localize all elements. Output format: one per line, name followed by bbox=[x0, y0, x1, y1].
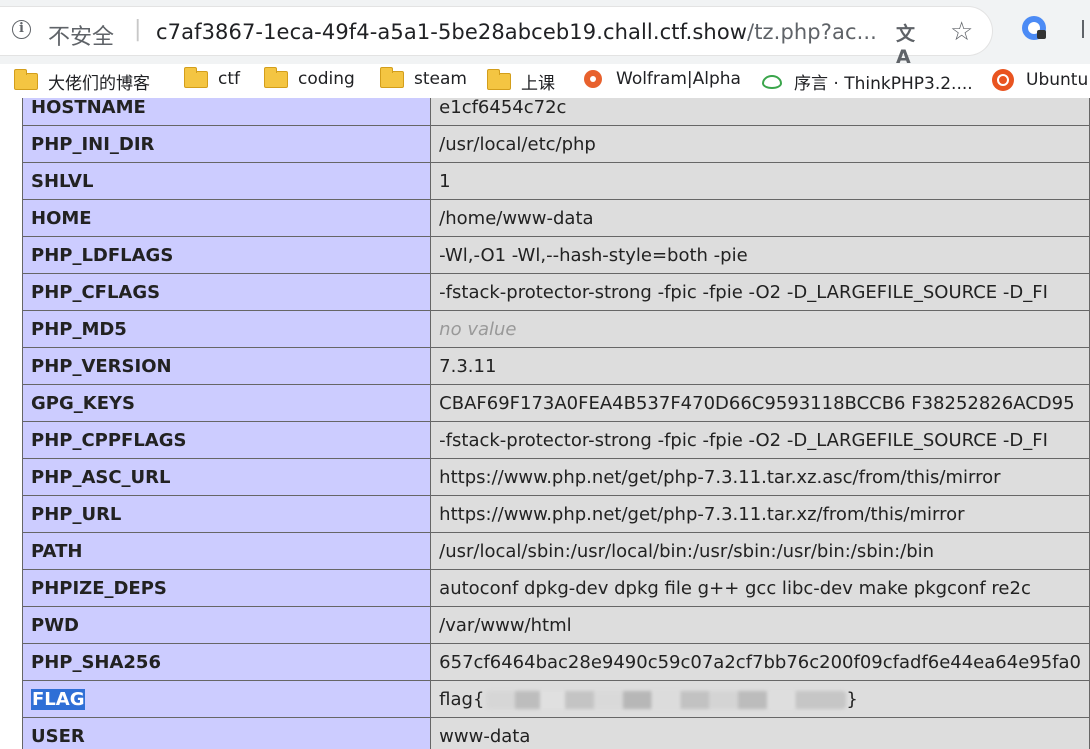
table-row: PHP_LDFLAGS -Wl,-O1 -Wl,--hash-style=both… bbox=[21, 236, 1090, 274]
env-key: SHLVL bbox=[21, 162, 432, 200]
env-value: e1cf6454c72c bbox=[430, 98, 1090, 126]
bookmark-wolfram[interactable]: Wolfram|Alpha bbox=[584, 69, 741, 93]
table-row: PHP_MD5 no value bbox=[21, 310, 1090, 348]
env-value: -Wl,-O1 -Wl,--hash-style=both -pie bbox=[430, 236, 1090, 274]
env-key: PHP_LDFLAGS bbox=[21, 236, 432, 274]
table-row: PWD/var/www/html bbox=[21, 606, 1090, 644]
thinkphp-icon bbox=[762, 74, 782, 89]
url-path: /tz.php?ac... bbox=[747, 20, 877, 44]
bookmark-thinkphp[interactable]: 序言 · ThinkPHP3.2.... bbox=[762, 69, 973, 94]
table-row: PHPIZE_DEPS autoconf dpkg-dev dpkg file g… bbox=[21, 569, 1090, 607]
env-key-flag[interactable]: FLAG bbox=[21, 680, 432, 718]
env-value-flag: flag{} bbox=[430, 680, 1090, 718]
env-key: HOME bbox=[21, 199, 432, 237]
env-value: autoconf dpkg-dev dpkg file g++ gcc libc… bbox=[430, 569, 1090, 607]
page-content: HOSTNAME e1cf6454c72c PHP_INI_DIR/usr/loc… bbox=[0, 98, 1090, 749]
bookmark-steam[interactable]: steam bbox=[380, 66, 467, 93]
env-key: PHP_MD5 bbox=[21, 310, 432, 348]
bookmark-dalao-blogs[interactable]: 大佬们的博客 bbox=[14, 69, 150, 94]
env-value: -fstack-protector-strong -fpic -fpie -O2… bbox=[430, 273, 1090, 311]
env-value: 657cf6464bac28e9490c59c07a2cf7bb76c200f0… bbox=[430, 643, 1090, 681]
bookmark-shangke[interactable]: 上课 bbox=[487, 69, 555, 94]
ubuntu-icon bbox=[992, 69, 1014, 91]
env-key: PHP_SHA256 bbox=[21, 643, 432, 681]
env-key: PWD bbox=[21, 606, 432, 644]
env-value: /usr/local/sbin:/usr/local/bin:/usr/sbin… bbox=[430, 532, 1090, 570]
env-key: PHP_URL bbox=[21, 495, 432, 533]
folder-icon bbox=[184, 66, 208, 88]
env-key: PHP_ASC_URL bbox=[21, 458, 432, 496]
folder-icon bbox=[380, 66, 404, 88]
table-row: HOSTNAME e1cf6454c72c bbox=[21, 98, 1090, 126]
url-text[interactable]: c7af3867-1eca-49f4-a5a1-5be28abceb19.cha… bbox=[156, 20, 877, 44]
env-key: PHP_INI_DIR bbox=[21, 125, 432, 163]
env-value: -fstack-protector-strong -fpic -fpie -O2… bbox=[430, 421, 1090, 459]
env-key: HOSTNAME bbox=[21, 98, 432, 126]
table-row: PHP_VERSION 7.3.11 bbox=[21, 347, 1090, 385]
address-separator: | bbox=[134, 17, 142, 42]
table-row: USER www-data bbox=[21, 717, 1090, 749]
table-row: PHP_CPPFLAGS -fstack-protector-strong -fp… bbox=[21, 421, 1090, 459]
env-value: 1 bbox=[430, 162, 1090, 200]
env-value-empty: no value bbox=[430, 310, 1090, 348]
table-row: PHP_INI_DIR/usr/local/etc/php bbox=[21, 125, 1090, 163]
env-value: CBAF69F173A0FEA4B537F470D66C9593118BCCB6… bbox=[430, 384, 1090, 422]
menu-icon[interactable] bbox=[1082, 20, 1090, 38]
env-key: USER bbox=[21, 717, 432, 749]
env-value: /var/www/html bbox=[430, 606, 1090, 644]
env-key: GPG_KEYS bbox=[21, 384, 432, 422]
folder-icon bbox=[487, 69, 511, 90]
table-row: PHP_SHA256 657cf6464bac28e9490c59c07a2cf7… bbox=[21, 643, 1090, 681]
env-value: https://www.php.net/get/php-7.3.11.tar.x… bbox=[430, 458, 1090, 496]
bookmark-ubuntu[interactable]: Ubuntu bbox=[992, 69, 1088, 93]
table-row: PHP_CFLAGS -fstack-protector-strong -fpic… bbox=[21, 273, 1090, 311]
env-key: PATH bbox=[21, 532, 432, 570]
env-key: PHP_CFLAGS bbox=[21, 273, 432, 311]
wolfram-icon bbox=[584, 70, 602, 88]
table-row: HOME/home/www-data bbox=[21, 199, 1090, 237]
redacted-blur bbox=[486, 690, 847, 709]
table-row: PHP_URL https://www.php.net/get/php-7.3.1… bbox=[21, 495, 1090, 533]
bookmarks-bar: 大佬们的博客 ctf coding steam 上课 Wolfram|Alpha… bbox=[0, 64, 1090, 98]
info-icon[interactable]: i bbox=[12, 20, 31, 39]
folder-icon bbox=[264, 66, 288, 88]
address-bar[interactable]: i 不安全 | c7af3867-1eca-49f4-a5a1-5be28abc… bbox=[0, 7, 992, 68]
env-value: www-data bbox=[430, 717, 1090, 749]
table-row: PATH/usr/local/sbin:/usr/local/bin:/usr/… bbox=[21, 532, 1090, 570]
env-key: PHPIZE_DEPS bbox=[21, 569, 432, 607]
env-value: https://www.php.net/get/php-7.3.11.tar.x… bbox=[430, 495, 1090, 533]
bookmark-ctf[interactable]: ctf bbox=[184, 66, 240, 93]
env-key: PHP_VERSION bbox=[21, 347, 432, 385]
bookmark-coding[interactable]: coding bbox=[264, 66, 355, 93]
env-value: 7.3.11 bbox=[430, 347, 1090, 385]
flag-suffix: } bbox=[846, 688, 858, 710]
lock-badge-icon bbox=[1037, 30, 1046, 39]
table-row: GPG_KEYS CBAF69F173A0FEA4B537F470D66C9593… bbox=[21, 384, 1090, 422]
folder-icon bbox=[14, 69, 38, 90]
environment-table: HOSTNAME e1cf6454c72c PHP_INI_DIR/usr/loc… bbox=[21, 98, 1090, 749]
security-label[interactable]: 不安全 bbox=[48, 19, 114, 51]
env-value: /usr/local/etc/php bbox=[430, 125, 1090, 163]
table-row: SHLVL 1 bbox=[21, 162, 1090, 200]
translate-icon[interactable]: 文A bbox=[896, 19, 920, 68]
url-host: c7af3867-1eca-49f4-a5a1-5be28abceb19.cha… bbox=[156, 20, 748, 44]
bookmark-star-icon[interactable]: ☆ bbox=[950, 17, 973, 47]
env-value: /home/www-data bbox=[430, 199, 1090, 237]
table-row-flag: FLAG flag{} bbox=[21, 680, 1090, 718]
flag-prefix: flag{ bbox=[439, 688, 485, 710]
selected-flag-key: FLAG bbox=[31, 688, 86, 710]
browser-toolbar: i 不安全 | c7af3867-1eca-49f4-a5a1-5be28abc… bbox=[0, 0, 1090, 68]
table-row: PHP_ASC_URL https://www.php.net/get/php-7… bbox=[21, 458, 1090, 496]
env-key: PHP_CPPFLAGS bbox=[21, 421, 432, 459]
